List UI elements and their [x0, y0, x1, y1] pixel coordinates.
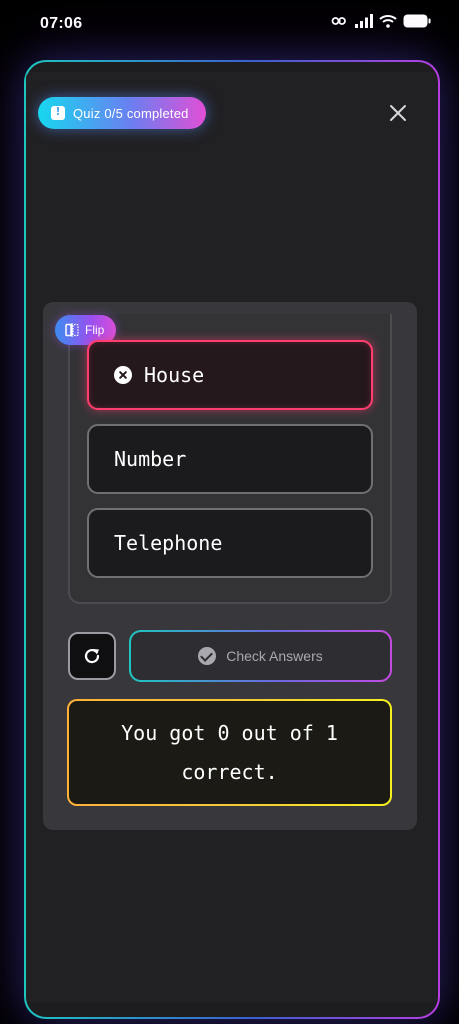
- answer-option-telephone[interactable]: Telephone: [87, 508, 373, 578]
- result-message: You got 0 out of 1 correct.: [67, 699, 392, 806]
- answer-option-house[interactable]: House: [87, 340, 373, 410]
- result-text: You got 0 out of 1 correct.: [121, 720, 338, 784]
- key-icon: [331, 15, 349, 27]
- check-answers-button[interactable]: Check Answers: [129, 630, 392, 682]
- quiz-progress-label: Quiz 0/5 completed: [73, 105, 189, 121]
- refresh-icon: [84, 648, 100, 664]
- flip-label: Flip: [85, 323, 105, 337]
- flip-icon: [65, 323, 79, 337]
- check-answers-label: Check Answers: [226, 648, 323, 664]
- reset-button[interactable]: [68, 632, 116, 680]
- answer-option-label: House: [144, 363, 205, 387]
- battery-icon: [403, 14, 431, 28]
- wifi-icon: [379, 14, 397, 28]
- status-time: 07:06: [40, 15, 83, 32]
- close-icon: [390, 105, 406, 121]
- answer-option-label: Number: [114, 447, 187, 471]
- quiz-icon: [51, 105, 65, 120]
- check-circle-icon: [198, 647, 217, 665]
- close-button[interactable]: [386, 101, 410, 125]
- status-bar: 07:06: [0, 0, 459, 50]
- signal-icon: [355, 14, 373, 28]
- status-icons: [331, 14, 431, 28]
- incorrect-icon: [114, 366, 132, 384]
- answer-option-number[interactable]: Number: [87, 424, 373, 494]
- answer-option-label: Telephone: [114, 531, 223, 555]
- quiz-progress-badge: Quiz 0/5 completed: [38, 97, 206, 129]
